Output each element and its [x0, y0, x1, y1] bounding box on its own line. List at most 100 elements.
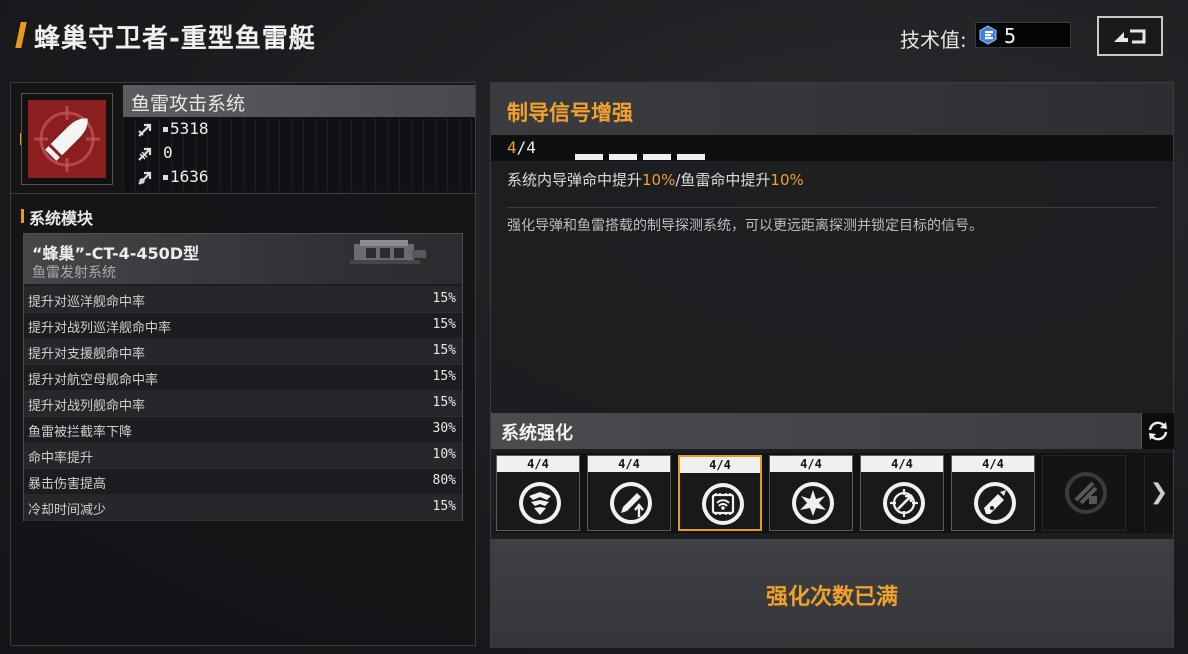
- module-stat-row: 提升对战列巡洋舰命中率 15%: [24, 312, 462, 339]
- slot-level: 4/4: [952, 456, 1034, 472]
- locked-wrench-icon: [1065, 472, 1107, 514]
- system-enhance-bar: 系统强化: [491, 413, 1174, 449]
- level-pip: [609, 154, 637, 160]
- enhance-slot[interactable]: 4/4: [587, 455, 671, 531]
- system-icon-frame[interactable]: [21, 93, 113, 185]
- module-stat-row: 暴击伤害提高 80%: [24, 468, 462, 495]
- module-stat-value: 15%: [432, 343, 456, 358]
- module-stat-value: 15%: [432, 499, 456, 514]
- module-card[interactable]: “蜂巢”-CT-4-450D型 鱼雷发射系统 提升对巡洋舰命中率 15% 提升对战…: [23, 233, 463, 521]
- stat-penetration-value: 0: [163, 143, 173, 162]
- slot-level: 4/4: [861, 456, 943, 472]
- level-pip: [643, 154, 671, 160]
- module-stat-row: 命中率提升 10%: [24, 442, 462, 469]
- top-bar: 蜂巢守卫者-重型鱼雷艇 技术值: 5: [0, 0, 1188, 72]
- maxed-status-text: 强化次数已满: [765, 585, 898, 610]
- stat-penetration: 0: [137, 143, 173, 165]
- module-subtitle: 鱼雷发射系统: [32, 265, 116, 281]
- level-total: /4: [516, 138, 536, 157]
- stat-attack-value: 5318: [170, 119, 209, 138]
- module-stat-row: 鱼雷被拦截率下降 30%: [24, 416, 462, 443]
- system-header: 鱼雷攻击系统 5318 0 1636: [11, 83, 475, 194]
- slot-level: 4/4: [588, 456, 670, 472]
- effect-a-text: 系统内导弹命中提升: [507, 171, 643, 189]
- enhance-slot[interactable]: 4/4: [496, 455, 580, 531]
- module-stat-label: 提升对战列舰命中率: [28, 399, 146, 414]
- effect-b-value: 10%: [770, 171, 804, 189]
- module-stat-row: 提升对支援舰命中率 15%: [24, 338, 462, 365]
- enhance-slot-row: 4/4 4/4 4/4 4/4 4/4 4/4 ❯: [496, 453, 1173, 533]
- module-stat-label: 提升对巡洋舰命中率: [28, 295, 146, 310]
- module-stat-value: 15%: [432, 369, 456, 384]
- tech-value-box: 5: [975, 22, 1071, 48]
- module-stat-label: 提升对战列巡洋舰命中率: [28, 321, 172, 336]
- crosshair-missile-icon: [883, 482, 925, 524]
- enhance-slot[interactable]: 4/4: [951, 455, 1035, 531]
- module-stat-value: 15%: [432, 395, 456, 410]
- enhance-slot-locked[interactable]: [1042, 455, 1126, 531]
- stat-siege-value: 1636: [170, 167, 209, 186]
- module-stat-row: 冷却时间减少 15%: [24, 494, 462, 521]
- slot-level: 4/4: [680, 457, 760, 473]
- module-stat-label: 冷却时间减少: [28, 503, 107, 518]
- siege-arrow-icon: [138, 171, 152, 185]
- system-enhance-title: 系统强化: [501, 423, 573, 444]
- enhance-slot-selected[interactable]: 4/4: [678, 455, 762, 531]
- level-bar: 4/4: [491, 135, 1173, 161]
- module-stat-label: 提升对航空母舰命中率: [28, 373, 159, 388]
- explosion-icon: [792, 482, 834, 524]
- module-name: “蜂巢”-CT-4-450D型: [32, 244, 200, 263]
- module-stat-value: 15%: [432, 317, 456, 332]
- refresh-button[interactable]: [1141, 413, 1174, 449]
- module-stat-value: 80%: [432, 473, 456, 488]
- system-name: 鱼雷攻击系统: [131, 93, 246, 115]
- module-stat-row: 提升对航空母舰命中率 15%: [24, 364, 462, 391]
- title-accent: [15, 22, 27, 48]
- module-stat-label: 暴击伤害提高: [28, 477, 107, 492]
- module-stat-row: 提升对巡洋舰命中率 15%: [24, 286, 462, 313]
- enhancement-description: 强化导弹和鱼雷搭载的制导探测系统，可以更远距离探测并锁定目标的信号。: [507, 218, 983, 234]
- attack-arrow-icon: [138, 123, 152, 137]
- tech-hex-icon: [979, 25, 997, 45]
- next-slots-arrow[interactable]: ❯: [1144, 455, 1173, 531]
- maxed-status-panel: 强化次数已满: [491, 539, 1173, 647]
- level-pip: [575, 154, 603, 160]
- enhancement-detail-panel: 制导信号增强 4/4 系统内导弹命中提升10%/鱼雷命中提升10% 强化导弹和鱼…: [490, 82, 1174, 648]
- tech-value-label: 技术值:: [900, 28, 967, 52]
- module-stat-value: 15%: [432, 291, 456, 306]
- module-stat-value: 30%: [432, 421, 456, 436]
- system-name-bar: 鱼雷攻击系统: [123, 85, 475, 117]
- back-arrow-icon: [1114, 29, 1146, 44]
- effect-b-text: /鱼雷命中提升: [675, 171, 771, 189]
- enhancement-level: 4/4: [507, 138, 536, 157]
- enhance-slot[interactable]: 4/4: [860, 455, 944, 531]
- stat-attack: 5318: [137, 119, 209, 141]
- system-stats: 5318 0 1636: [123, 117, 475, 191]
- tech-value: 5: [1004, 24, 1017, 48]
- pencil-up-icon: [610, 482, 652, 524]
- enhancement-effect: 系统内导弹命中提升10%/鱼雷命中提升10%: [507, 169, 804, 190]
- level-pip: [677, 154, 705, 160]
- module-stat-label: 鱼雷被拦截率下降: [28, 425, 133, 440]
- refresh-icon: [1148, 421, 1168, 441]
- enhancement-title: 制导信号增强: [507, 101, 633, 125]
- detail-title-bar: 制导信号增强: [491, 83, 1173, 135]
- system-panel: 鱼雷攻击系统 5318 0 1636 系统模块 “蜂巢”-CT-4-450D型 …: [10, 82, 476, 646]
- effect-a-value: 10%: [642, 171, 676, 189]
- stat-siege: 1636: [137, 167, 209, 189]
- modules-section-title: 系统模块: [29, 209, 94, 228]
- section-marker: [21, 209, 24, 223]
- module-stat-row: 提升对战列舰命中率 15%: [24, 390, 462, 417]
- level-pips: [575, 145, 711, 164]
- shield-wings-icon: [519, 482, 561, 524]
- slot-level: 4/4: [497, 456, 579, 472]
- torpedo-launcher-image: [350, 240, 426, 264]
- module-stat-value: 10%: [432, 447, 456, 462]
- divider: [507, 207, 1157, 208]
- rocket-launch-icon: [974, 482, 1016, 524]
- enhance-slot[interactable]: 4/4: [769, 455, 853, 531]
- module-card-header: “蜂巢”-CT-4-450D型 鱼雷发射系统: [24, 234, 462, 284]
- module-stat-label: 提升对支援舰命中率: [28, 347, 146, 362]
- penetration-arrow-icon: [138, 147, 152, 161]
- back-button[interactable]: [1097, 16, 1163, 56]
